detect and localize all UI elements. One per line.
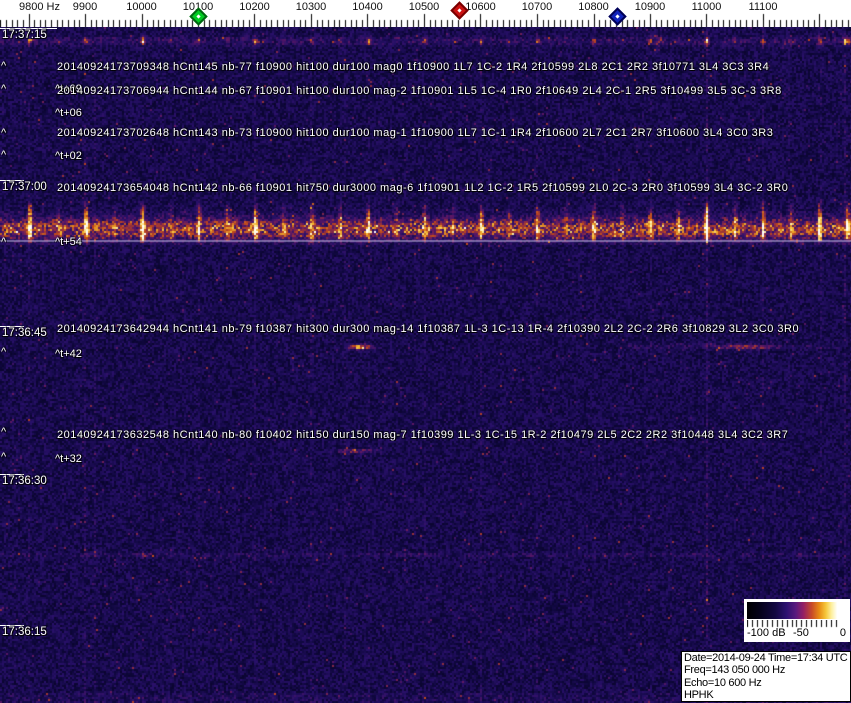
db-label-right: 0 <box>839 627 846 639</box>
freq-label-10700: 10700 <box>521 1 553 13</box>
event-text-line-4: 20140924173642944 hCnt141 nb-79 f10387 h… <box>57 323 800 335</box>
info-line-callsign: HPHK <box>684 688 714 701</box>
db-color-scale: -100 dB -50 0 <box>744 599 850 642</box>
event-time-tag-1: ^t+06 <box>55 107 82 119</box>
event-text-line-0: 20140924173709348 hCnt145 nb-77 f10900 h… <box>57 61 770 73</box>
freq-label-10300: 10300 <box>295 1 327 13</box>
info-line-freq: Freq=143 050 000 Hz <box>684 664 786 677</box>
freq-label-10800: 10800 <box>578 1 609 13</box>
event-time-tag-4: ^t+42 <box>55 348 82 360</box>
db-label-left: -100 dB <box>747 627 786 639</box>
marker-blue-center-dot <box>615 13 620 19</box>
time-label-3: 17:36:30 <box>2 475 47 487</box>
time-label-4: 17:36:15 <box>2 626 47 638</box>
freq-label-11000: 11000 <box>691 1 722 13</box>
event-text-line-2: 20140924173702648 hCnt143 nb-73 f10900 h… <box>57 127 774 139</box>
event-caret: ^ <box>1 60 7 72</box>
event-time-tag-5: ^t+32 <box>55 453 82 465</box>
freq-label-10600: 10600 <box>465 1 496 13</box>
event-caret: ^ <box>1 426 7 438</box>
hphk-spectrogram-app: 9800 Hz990010000101001020010300104001050… <box>0 0 851 703</box>
info-line-echo: Echo=10 600 Hz <box>684 676 762 689</box>
event-caret: ^ <box>1 127 7 139</box>
frequency-ruler: 9800 Hz990010000101001020010300104001050… <box>0 0 851 27</box>
event-caret: ^ <box>1 83 7 95</box>
info-box: Date=2014-09-24 Time=17:34 UTC Freq=143 0… <box>681 651 851 702</box>
db-label-mid: -50 <box>793 627 809 639</box>
freq-label-9800: 9800 Hz <box>19 1 60 13</box>
info-line-date: Date=2014-09-24 Time=17:34 UTC <box>684 652 848 664</box>
event-time-tag-2: ^t+02 <box>55 150 82 162</box>
time-label-2: 17:36:45 <box>2 327 47 339</box>
marker-red-center-dot <box>456 7 462 13</box>
freq-label-10900: 10900 <box>634 1 666 13</box>
time-label-1: 17:37:00 <box>2 181 47 193</box>
marker-green-center-dot <box>195 13 201 19</box>
db-gradient-bar <box>747 602 841 619</box>
event-caret: ^ <box>1 149 7 161</box>
time-label-0: 17:37:15 <box>2 29 47 41</box>
event-caret: ^ <box>1 451 7 463</box>
event-caret: ^ <box>1 346 7 358</box>
freq-label-9900: 9900 <box>72 1 98 13</box>
freq-label-10400: 10400 <box>352 1 383 13</box>
event-text-line-1: 20140924173706944 hCnt144 nb-67 f10901 h… <box>57 85 782 97</box>
freq-label-10200: 10200 <box>239 1 270 13</box>
freq-label-11100: 11100 <box>748 1 778 13</box>
freq-label-10500: 10500 <box>408 1 440 13</box>
event-text-line-5: 20140924173632548 hCnt140 nb-80 f10402 h… <box>57 429 789 441</box>
event-text-line-3: 20140924173654048 hCnt142 nb-66 f10901 h… <box>57 182 789 194</box>
event-time-tag-3: ^t+54 <box>55 236 82 248</box>
freq-label-10000: 10000 <box>126 1 157 13</box>
event-caret: ^ <box>1 236 7 248</box>
